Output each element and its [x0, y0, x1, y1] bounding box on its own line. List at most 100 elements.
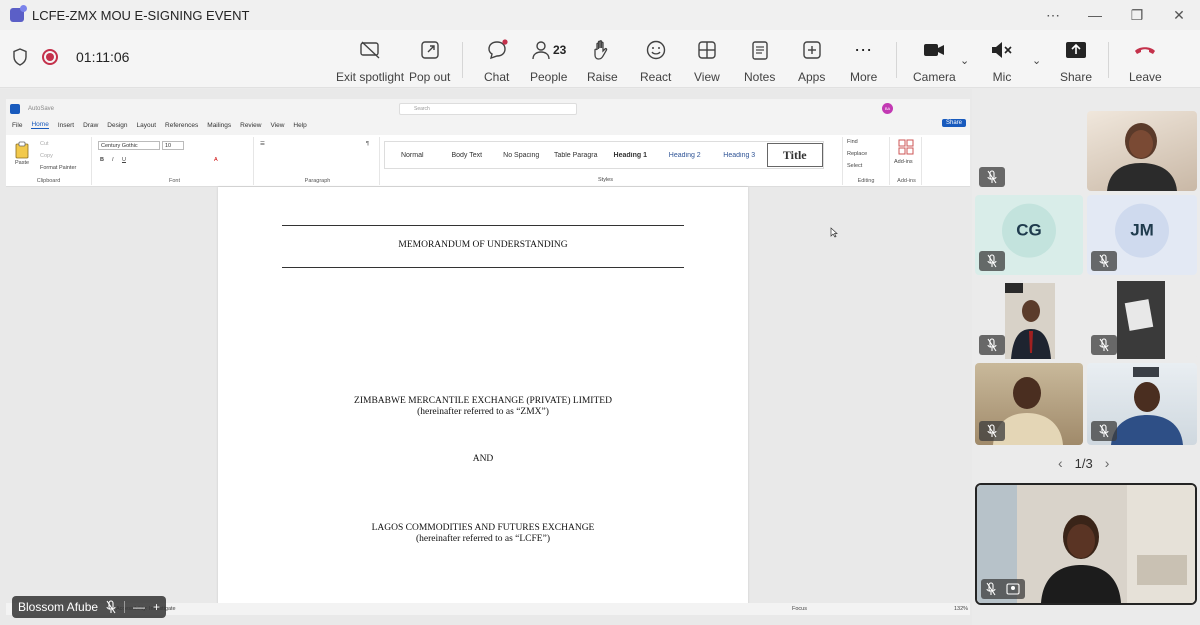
- tab-references[interactable]: References: [165, 122, 198, 129]
- word-title-bar: AutoSave Search BA: [6, 99, 970, 119]
- and-text: AND: [472, 454, 494, 464]
- tab-help[interactable]: Help: [293, 122, 306, 129]
- font-color-icon[interactable]: A: [214, 157, 218, 163]
- people-button[interactable]: 23 People: [530, 38, 567, 84]
- style-table-paragraph[interactable]: Table Paragra: [549, 152, 604, 159]
- font-name-box[interactable]: Century Gothic: [98, 141, 160, 150]
- share-button[interactable]: Share: [1060, 38, 1092, 84]
- paste-icon[interactable]: [14, 141, 30, 159]
- mouse-cursor-icon: [830, 227, 838, 238]
- participant-tile[interactable]: CG: [975, 195, 1083, 275]
- tab-insert[interactable]: Insert: [58, 122, 74, 129]
- addins-label[interactable]: Add-ins: [894, 159, 913, 165]
- notes-button[interactable]: Notes: [744, 38, 775, 84]
- styles-group-label: Styles: [598, 177, 613, 183]
- pilcrow-icon[interactable]: ¶: [366, 141, 369, 147]
- raise-hand-button[interactable]: Raise: [587, 38, 618, 84]
- paste-label[interactable]: Paste: [15, 160, 29, 166]
- word-share-button[interactable]: Share: [941, 119, 966, 127]
- tab-design[interactable]: Design: [107, 122, 127, 129]
- party-one-reference: (hereinafter referred to as “ZMX”): [417, 407, 549, 417]
- participant-video-tile[interactable]: [1087, 363, 1197, 445]
- autosave-toggle[interactable]: AutoSave: [28, 106, 54, 112]
- tab-home[interactable]: Home: [31, 121, 49, 129]
- participant-tile[interactable]: JM: [1087, 195, 1197, 275]
- leave-button[interactable]: Leave: [1129, 38, 1162, 84]
- minimize-name-tag-icon[interactable]: —: [133, 600, 145, 614]
- tab-mailings[interactable]: Mailings: [207, 122, 231, 129]
- mic-options-chevron-icon[interactable]: ⌄: [1032, 54, 1041, 67]
- mic-button[interactable]: Mic: [990, 38, 1014, 84]
- pop-out-button[interactable]: Pop out: [409, 38, 450, 84]
- user-avatar[interactable]: BA: [882, 103, 893, 114]
- participant-tile[interactable]: [1087, 279, 1197, 359]
- leave-label: Leave: [1129, 70, 1162, 84]
- add-icon[interactable]: +: [153, 600, 160, 614]
- react-button[interactable]: React: [640, 38, 671, 84]
- word-search-box[interactable]: Search: [399, 103, 577, 115]
- participant-tile[interactable]: [975, 111, 1083, 191]
- video-gallery: CG JM ‹ 1/3 ›: [972, 89, 1200, 625]
- minimize-icon[interactable]: —: [1074, 0, 1116, 30]
- bold-icon[interactable]: B: [100, 157, 104, 163]
- find-label[interactable]: Find: [847, 139, 858, 145]
- people-icon: [532, 41, 550, 60]
- self-view-tile[interactable]: [975, 483, 1197, 605]
- mic-muted-icon: [979, 167, 1005, 187]
- more-button[interactable]: ⋯ More: [850, 38, 877, 85]
- document-page[interactable]: MEMORANDUM OF UNDERSTANDING ZIMBABWE MER…: [218, 187, 748, 615]
- participant-video-tile[interactable]: [1087, 111, 1197, 191]
- camera-button[interactable]: Camera: [913, 38, 956, 84]
- participant-tile[interactable]: [975, 279, 1083, 359]
- tab-file[interactable]: File: [12, 122, 22, 129]
- speaker-muted-icon: [992, 42, 1012, 58]
- meeting-timer: 01:11:06: [76, 49, 130, 65]
- style-heading-2[interactable]: Heading 2: [658, 152, 713, 159]
- bullets-icon[interactable]: ☰: [260, 141, 265, 147]
- view-label: View: [694, 70, 720, 84]
- people-label: People: [530, 70, 568, 84]
- camera-options-chevron-icon[interactable]: ⌄: [960, 54, 969, 67]
- style-heading-1[interactable]: Heading 1: [603, 152, 658, 159]
- zoom-level[interactable]: 132%: [954, 606, 968, 612]
- focus-mode[interactable]: Focus: [792, 606, 807, 612]
- italic-icon[interactable]: I: [112, 157, 114, 163]
- close-icon[interactable]: ✕: [1158, 0, 1200, 30]
- tab-layout[interactable]: Layout: [137, 122, 157, 129]
- exit-spotlight-button[interactable]: Exit spotlight: [336, 38, 404, 84]
- replace-label[interactable]: Replace: [847, 151, 867, 157]
- style-title[interactable]: Title: [766, 143, 823, 167]
- style-no-spacing[interactable]: No Spacing: [494, 152, 549, 159]
- format-painter-label[interactable]: Format Painter: [40, 165, 76, 171]
- style-heading-3[interactable]: Heading 3: [712, 152, 767, 159]
- tab-view[interactable]: View: [270, 122, 284, 129]
- addins-group: Add-ins Add-ins: [892, 137, 922, 185]
- chevron-right-icon[interactable]: ›: [1105, 455, 1110, 471]
- font-size-box[interactable]: 10: [162, 141, 184, 150]
- participant-video-tile[interactable]: [975, 363, 1083, 445]
- underline-icon[interactable]: U: [122, 157, 126, 163]
- document-canvas[interactable]: MEMORANDUM OF UNDERSTANDING ZIMBABWE MER…: [6, 187, 970, 615]
- window-title: LCFE-ZMX MOU E-SIGNING EVENT: [32, 7, 250, 23]
- font-group: Century Gothic 10 B I U A Font: [96, 137, 254, 185]
- party-two-name: LAGOS COMMODITIES AND FUTURES EXCHANGE: [371, 523, 595, 533]
- chat-button[interactable]: Chat: [484, 38, 509, 84]
- addins-icon[interactable]: [898, 139, 914, 155]
- addins-group-label: Add-ins: [897, 178, 916, 184]
- style-normal[interactable]: Normal: [385, 152, 440, 159]
- copy-label[interactable]: Copy: [40, 153, 53, 159]
- camera-label: Camera: [913, 70, 956, 84]
- select-label[interactable]: Select: [847, 163, 862, 169]
- background-effects-icon: [1006, 583, 1020, 595]
- style-body-text[interactable]: Body Text: [440, 152, 495, 159]
- more-options-icon[interactable]: ⋯: [1032, 0, 1074, 30]
- tab-draw[interactable]: Draw: [83, 122, 98, 129]
- tab-review[interactable]: Review: [240, 122, 261, 129]
- view-button[interactable]: View: [694, 38, 720, 84]
- apps-button[interactable]: Apps: [798, 38, 825, 84]
- shield-icon[interactable]: [12, 48, 28, 66]
- restore-icon[interactable]: ❐: [1116, 0, 1158, 30]
- notes-label: Notes: [744, 70, 776, 84]
- chevron-left-icon[interactable]: ‹: [1058, 455, 1063, 471]
- cut-label[interactable]: Cut: [40, 141, 49, 147]
